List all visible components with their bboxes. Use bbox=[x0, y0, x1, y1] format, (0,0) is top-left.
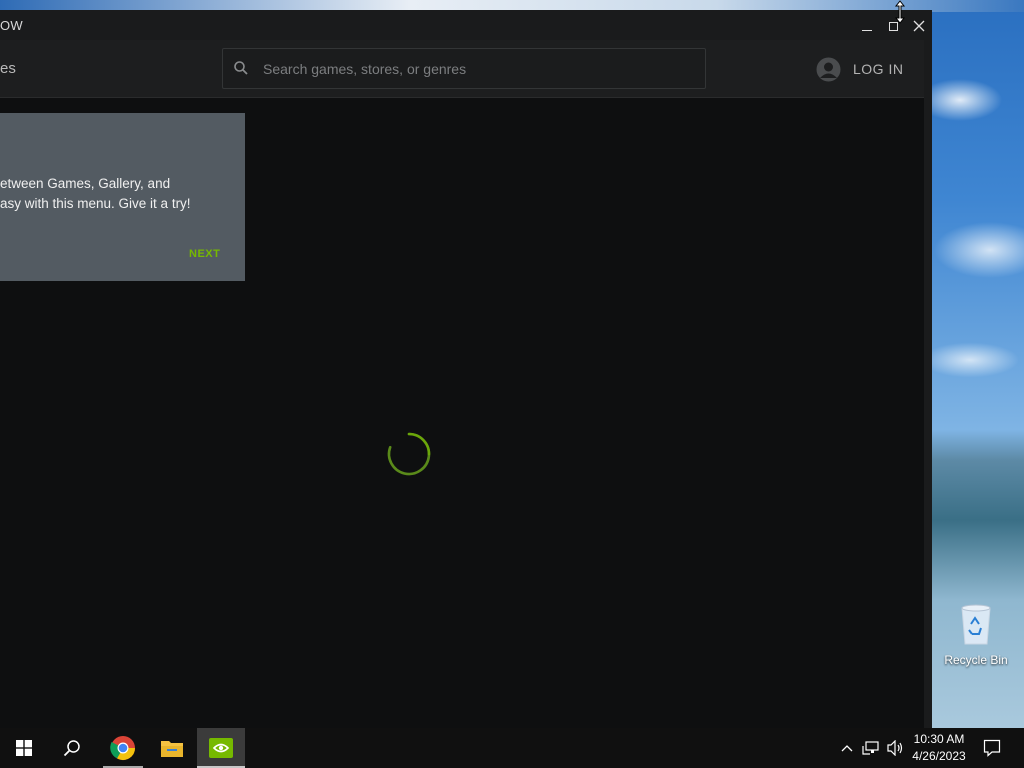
taskbar-chrome[interactable] bbox=[99, 728, 147, 768]
start-button[interactable] bbox=[0, 728, 48, 768]
chevron-up-icon bbox=[841, 745, 853, 752]
file-explorer-icon bbox=[161, 741, 183, 757]
nvidia-icon bbox=[209, 738, 233, 758]
recycle-bin-icon bbox=[961, 604, 991, 645]
geforce-now-window: OW es LOG IN bbox=[0, 10, 932, 728]
window-titlebar[interactable]: OW bbox=[0, 10, 932, 40]
windows-start-icon bbox=[16, 740, 32, 756]
close-icon bbox=[913, 20, 925, 32]
close-button[interactable] bbox=[908, 15, 930, 37]
desktop-icon-label: Recycle Bin bbox=[944, 653, 1008, 667]
show-hidden-icons-button[interactable] bbox=[836, 728, 858, 768]
minimize-button[interactable] bbox=[856, 15, 878, 37]
action-center-button[interactable] bbox=[978, 728, 1006, 768]
volume-tray-button[interactable] bbox=[883, 728, 907, 768]
login-label: LOG IN bbox=[853, 61, 904, 77]
desktop-icon-recycle-bin[interactable]: Recycle Bin bbox=[940, 600, 1012, 667]
volume-icon bbox=[887, 740, 903, 756]
tooltip-line-2: asy with this menu. Give it a try! bbox=[0, 196, 191, 211]
user-avatar-icon bbox=[816, 57, 841, 81]
window-title: OW bbox=[0, 18, 23, 33]
clock-date: 4/26/2023 bbox=[912, 749, 966, 763]
notification-icon bbox=[983, 739, 1001, 757]
search-box[interactable] bbox=[222, 48, 706, 89]
tooltip-body: etween Games, Gallery, and asy with this… bbox=[0, 174, 230, 214]
search-icon bbox=[63, 740, 80, 757]
taskbar-clock[interactable]: 10:30 AM 4/26/2023 bbox=[906, 731, 972, 765]
network-tray-button[interactable] bbox=[859, 728, 883, 768]
taskbar-search-button[interactable] bbox=[48, 728, 96, 768]
top-navbar: es LOG IN bbox=[0, 40, 932, 98]
window-right-border bbox=[924, 40, 932, 728]
main-content: etween Games, Gallery, and asy with this… bbox=[0, 99, 932, 728]
chrome-icon bbox=[110, 736, 135, 761]
taskbar-geforce-now[interactable] bbox=[197, 728, 245, 768]
minimize-icon bbox=[862, 29, 872, 31]
resize-cursor-icon bbox=[894, 0, 906, 24]
search-icon bbox=[234, 61, 248, 75]
network-icon bbox=[862, 741, 879, 755]
onboarding-tooltip: etween Games, Gallery, and asy with this… bbox=[0, 113, 245, 281]
search-input[interactable] bbox=[263, 49, 693, 88]
taskbar: 10:30 AM 4/26/2023 bbox=[0, 728, 1024, 768]
nav-tab-partial[interactable]: es bbox=[0, 60, 16, 77]
clock-time: 10:30 AM bbox=[913, 732, 965, 746]
loading-spinner-icon bbox=[387, 432, 431, 476]
tooltip-line-1: etween Games, Gallery, and bbox=[0, 176, 171, 191]
tooltip-next-button[interactable]: NEXT bbox=[189, 248, 220, 260]
login-button[interactable]: LOG IN bbox=[816, 54, 903, 84]
taskbar-file-explorer[interactable] bbox=[148, 728, 196, 768]
